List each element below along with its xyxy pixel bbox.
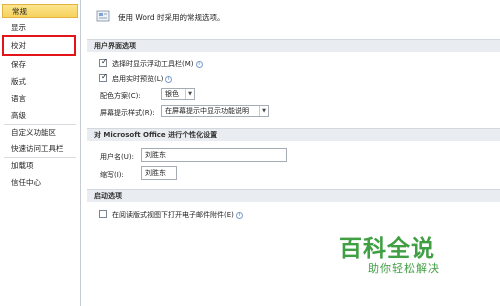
general-settings-icon — [96, 10, 110, 22]
section-header-startup: 启动选项 — [87, 189, 500, 202]
page-description: 使用 Word 时采用的常规选项。 — [118, 13, 225, 22]
sidebar-item-save[interactable]: 保存 — [0, 58, 80, 72]
checkmark-icon: ✓ — [101, 72, 108, 81]
section-header-ui-options: 用户界面选项 — [87, 39, 500, 52]
initials-input[interactable]: 刘胜东 — [141, 166, 177, 180]
sidebar-item-label: 版式 — [11, 77, 26, 86]
minitoolbar-option: 选择时显示浮动工具栏(M) i — [112, 59, 203, 69]
sidebar-item-label: 加载项 — [11, 161, 34, 170]
info-icon: i — [235, 211, 243, 219]
reading-view-option: 在阅读版式视图下打开电子邮件附件(E) i — [112, 210, 243, 220]
sidebar-item-general[interactable]: 常规 — [2, 4, 78, 18]
sidebar-item-label: 高级 — [11, 111, 26, 120]
sidebar-divider — [4, 124, 76, 125]
sidebar-item-label: 自定义功能区 — [11, 128, 56, 137]
sidebar-item-label: 快速访问工具栏 — [11, 144, 64, 153]
sidebar-item-customize-ribbon[interactable]: 自定义功能区 — [0, 126, 80, 140]
livepreview-label: 启用实时预览(L) — [112, 75, 164, 83]
sidebar-item-label: 保存 — [11, 60, 26, 69]
sidebar-item-label: 语言 — [11, 94, 26, 103]
sidebar-item-label: 信任中心 — [11, 178, 41, 187]
username-input[interactable]: 刘胜东 — [141, 148, 287, 162]
options-sidebar: 常规 显示 校对 保存 版式 语言 高级 自定义功能区 快速访问工具栏 加载项 … — [0, 0, 81, 306]
reading-view-label: 在阅读版式视图下打开电子邮件附件(E) — [112, 211, 234, 219]
sidebar-divider — [4, 157, 76, 158]
sidebar-item-quick-access-toolbar[interactable]: 快速访问工具栏 — [0, 142, 80, 156]
annotation-highlight-box — [2, 35, 76, 56]
sidebar-item-label: 常规 — [12, 7, 27, 16]
color-scheme-value: 银色 — [165, 90, 179, 98]
chevron-down-icon: ▼ — [185, 89, 194, 99]
sidebar-item-addins[interactable]: 加载项 — [0, 159, 80, 173]
minitoolbar-label: 选择时显示浮动工具栏(M) — [112, 60, 194, 68]
sidebar-item-advanced[interactable]: 高级 — [0, 109, 80, 123]
section-header-personalize: 对 Microsoft Office 进行个性化设置 — [87, 128, 500, 141]
livepreview-checkbox[interactable]: ✓ — [99, 72, 108, 82]
sidebar-item-label: 显示 — [11, 23, 26, 32]
reading-view-checkbox[interactable] — [99, 210, 107, 218]
initials-label: 缩写(I): — [100, 171, 124, 179]
info-icon: i — [165, 75, 173, 83]
screentip-select[interactable]: 在屏幕提示中显示功能说明 ▼ — [161, 105, 269, 117]
username-label: 用户名(U): — [100, 153, 134, 161]
info-icon: i — [195, 60, 203, 68]
sidebar-item-trust-center[interactable]: 信任中心 — [0, 176, 80, 190]
watermark-logo-text: 百科全说 — [339, 236, 435, 262]
sidebar-item-layout[interactable]: 版式 — [0, 75, 80, 89]
color-scheme-label: 配色方案(C): — [100, 92, 141, 100]
sidebar-item-language[interactable]: 语言 — [0, 92, 80, 106]
color-scheme-select[interactable]: 银色 ▼ — [161, 88, 195, 100]
watermark-tagline: 助你轻松解决 — [368, 262, 440, 275]
screentip-label: 屏幕提示样式(R): — [100, 109, 155, 117]
chevron-down-icon: ▼ — [259, 106, 268, 116]
minitoolbar-checkbox[interactable]: ✓ — [99, 57, 108, 67]
livepreview-option: 启用实时预览(L) i — [112, 74, 173, 84]
sidebar-item-display[interactable]: 显示 — [0, 21, 80, 35]
screentip-value: 在屏幕提示中显示功能说明 — [165, 107, 249, 115]
checkmark-icon: ✓ — [101, 57, 108, 66]
